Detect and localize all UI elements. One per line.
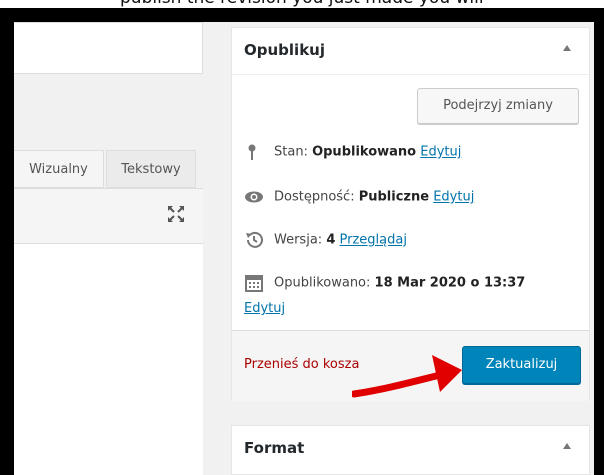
publish-box-header[interactable]: Opublikuj <box>232 28 589 75</box>
format-box-title: Format <box>244 439 305 457</box>
publish-box-title: Opublikuj <box>244 41 325 59</box>
visibility-row: Dostępność: Publiczne Edytuj <box>244 188 474 206</box>
publish-box: Opublikuj Podejrzyj zmiany Stan: Opublik… <box>231 27 590 401</box>
collapse-arrow-icon[interactable] <box>563 443 571 449</box>
format-box: Format <box>231 425 590 475</box>
revisions-label: Wersja: <box>274 232 323 248</box>
annotation-frame-left <box>0 8 14 475</box>
annotation-frame-top <box>0 8 604 22</box>
published-value: 18 Mar 2020 o 13:37 <box>374 275 526 291</box>
revisions-row: Wersja: 4 Przeglądaj <box>244 230 407 250</box>
cropped-caption-strip: publish the revision you just made you w… <box>0 0 604 8</box>
move-to-trash-link[interactable]: Przenieś do kosza <box>244 357 359 372</box>
revisions-browse-link[interactable]: Przeglądaj <box>340 233 407 248</box>
annotation-arrow-icon <box>352 355 462 398</box>
status-label: Stan: <box>274 144 308 160</box>
status-row: Stan: Opublikowano Edytuj <box>244 143 461 161</box>
editor-content-area[interactable] <box>14 243 203 475</box>
published-date-row: Opublikowano: 18 Mar 2020 o 13:37 <box>244 273 525 293</box>
visibility-edit-link[interactable]: Edytuj <box>433 190 474 205</box>
visibility-value: Publiczne <box>358 189 430 205</box>
annotation-frame-right <box>594 8 604 475</box>
preview-changes-button[interactable]: Podejrzyj zmiany <box>417 88 579 124</box>
post-title-input[interactable] <box>14 22 203 74</box>
calendar-icon <box>245 275 263 292</box>
update-button[interactable]: Zaktualizuj <box>462 346 581 384</box>
format-box-header[interactable]: Format <box>232 426 589 472</box>
eye-icon <box>245 191 263 203</box>
collapse-arrow-icon[interactable] <box>563 45 571 51</box>
visibility-label: Dostępność: <box>274 189 355 205</box>
history-icon <box>246 231 263 248</box>
revisions-value: 4 <box>326 232 336 248</box>
cropped-caption-text: publish the revision you just made you w… <box>120 0 484 8</box>
tab-text[interactable]: Tekstowy <box>106 150 196 188</box>
status-value: Opublikowano <box>312 144 417 160</box>
pin-icon <box>248 144 256 160</box>
published-label: Opublikowano: <box>274 275 371 291</box>
status-edit-link[interactable]: Edytuj <box>420 145 461 160</box>
published-edit-link[interactable]: Edytuj <box>244 301 285 316</box>
fullscreen-icon[interactable] <box>165 203 187 225</box>
tab-visual[interactable]: Wizualny <box>14 150 104 188</box>
